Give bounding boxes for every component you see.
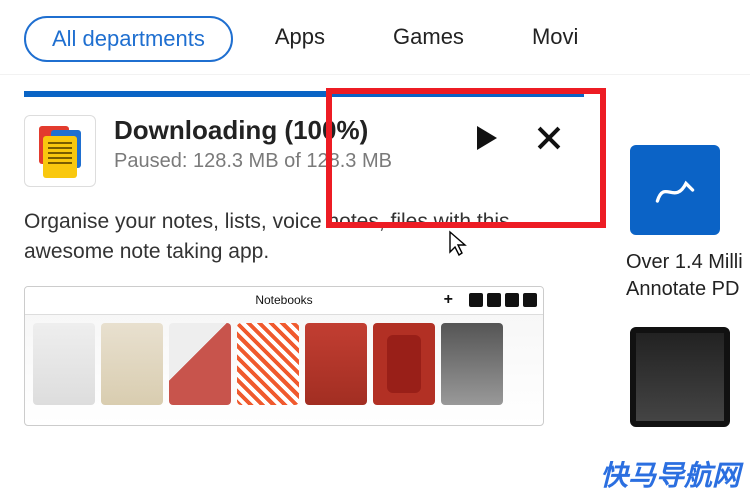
side-image: [630, 327, 730, 427]
signature-icon: [653, 168, 697, 212]
download-card: Downloading (100%) Paused: 128.3 MB of 1…: [24, 83, 604, 426]
tab-movies[interactable]: Movi: [506, 16, 604, 62]
download-title: Downloading (100%): [114, 115, 454, 146]
download-progress: [24, 91, 584, 97]
tab-apps[interactable]: Apps: [249, 16, 351, 62]
close-icon: [537, 126, 561, 150]
screenshot-tools: [469, 293, 537, 307]
app-screenshot: Notebooks +: [24, 286, 544, 426]
cancel-button[interactable]: [534, 123, 564, 153]
side-text-line1: Over 1.4 Milli: [620, 249, 750, 276]
play-icon: [477, 126, 497, 150]
category-tabs: All departments Apps Games Movi: [0, 0, 750, 75]
download-info: Downloading (100%) Paused: 128.3 MB of 1…: [114, 115, 454, 173]
tab-all-departments[interactable]: All departments: [24, 16, 233, 62]
watermark: 快马导航网: [600, 454, 740, 494]
side-text-line2: Annotate PD: [620, 276, 750, 303]
screenshot-title: Notebooks: [255, 293, 312, 307]
add-icon: +: [444, 291, 453, 309]
side-panel: Over 1.4 Milli Annotate PD: [620, 145, 750, 427]
thumb: [33, 323, 95, 405]
resume-button[interactable]: [472, 123, 502, 153]
thumb: [169, 323, 231, 405]
thumb: [101, 323, 163, 405]
download-progress-fill: [24, 91, 584, 97]
screenshot-thumbs: [25, 315, 543, 413]
side-app-tile[interactable]: [630, 145, 720, 235]
thumb: [441, 323, 503, 405]
thumb: [237, 323, 299, 405]
app-description: Organise your notes, lists, voice notes,…: [24, 207, 564, 268]
app-icon: [24, 115, 96, 187]
download-status: Paused: 128.3 MB of 128.3 MB: [114, 150, 454, 173]
thumb: [373, 323, 435, 405]
tab-games[interactable]: Games: [367, 16, 490, 62]
thumb: [305, 323, 367, 405]
